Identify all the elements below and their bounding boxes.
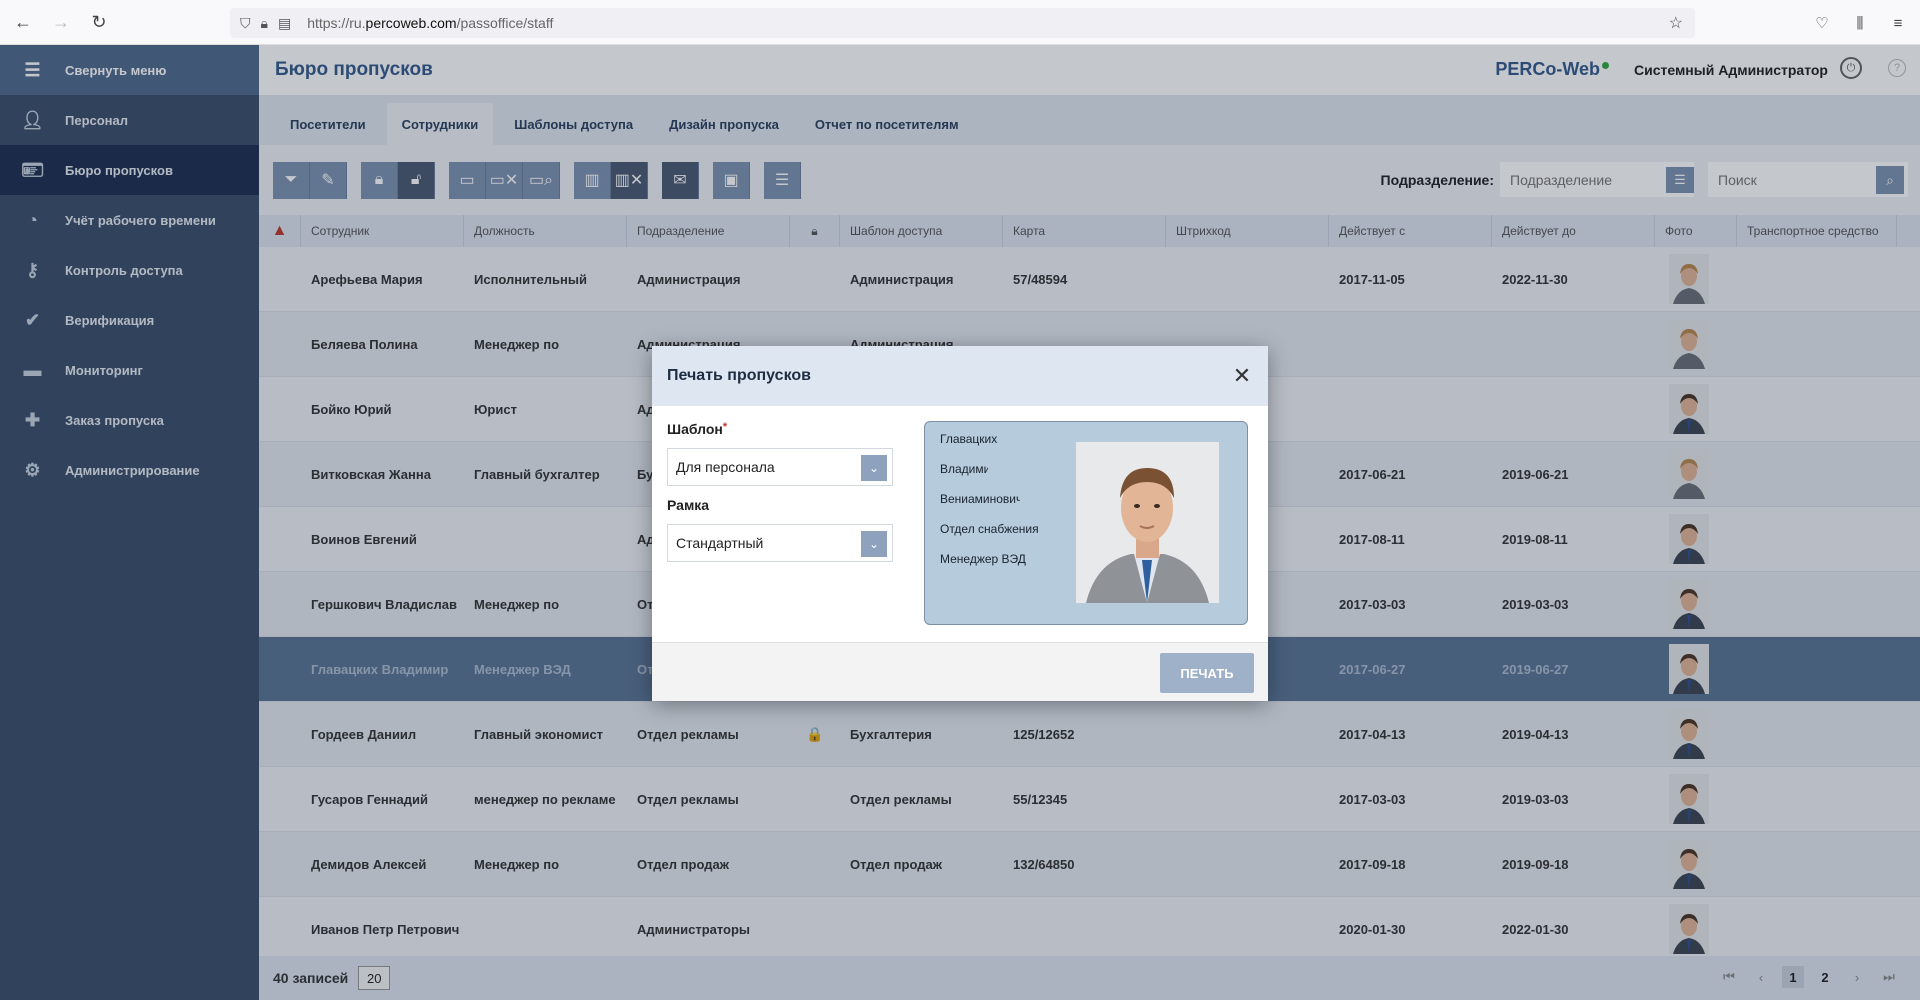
dialog-header: Печать пропусков ✕ xyxy=(652,346,1268,406)
employee-photo xyxy=(1076,442,1219,603)
card-position: Менеджер ВЭД xyxy=(940,552,1026,566)
url-bar[interactable]: ⛉ 🔒︎ ▤ https://ru.percoweb.com/passoffic… xyxy=(230,8,1695,38)
card-first-name: Владими xyxy=(940,462,988,476)
chevron-down-icon[interactable]: ⌄ xyxy=(861,455,887,481)
dialog-title: Печать пропусков xyxy=(667,367,811,384)
dialog-footer: ПЕЧАТЬ xyxy=(652,642,1268,701)
template-label: Шаблон* xyxy=(667,421,728,437)
browser-toolbar: ← → ↻ ⛉ 🔒︎ ▤ https://ru.percoweb.com/pas… xyxy=(0,0,1920,45)
close-icon[interactable]: ✕ xyxy=(1230,363,1254,388)
dialog-body: Шаблон* Для персонала ⌄ Рамка Стандартны… xyxy=(652,406,1268,642)
page-info-icon: ▤ xyxy=(277,14,292,31)
shield-icon: ⛉ xyxy=(240,14,251,31)
card-last-name: Главацких xyxy=(940,432,998,446)
print-button[interactable]: ПЕЧАТЬ xyxy=(1160,653,1254,693)
forward-icon[interactable]: → xyxy=(46,7,76,37)
frame-label: Рамка xyxy=(667,497,710,513)
url-text: https://ru.percoweb.com/passoffice/staff xyxy=(307,15,554,31)
template-select[interactable]: Для персонала ⌄ xyxy=(667,448,893,486)
chevron-down-icon[interactable]: ⌄ xyxy=(861,531,887,557)
frame-select[interactable]: Стандартный ⌄ xyxy=(667,524,893,562)
pass-preview: Главацких Владими Вениаминович Отдел сна… xyxy=(924,421,1248,625)
menu-icon[interactable]: ≡ xyxy=(1886,8,1910,38)
print-passes-dialog: Печать пропусков ✕ Шаблон* Для персонала… xyxy=(652,346,1268,701)
card-department: Отдел снабжения xyxy=(940,522,1039,536)
library-icon[interactable]: ⫼ xyxy=(1848,8,1872,38)
bookmark-star-icon[interactable]: ☆ xyxy=(1669,13,1683,33)
card-patronymic: Вениаминович xyxy=(940,492,1020,506)
pocket-icon[interactable]: ♡ xyxy=(1810,8,1834,38)
back-icon[interactable]: ← xyxy=(8,7,38,37)
reload-icon[interactable]: ↻ xyxy=(84,7,114,37)
lock-icon: 🔒︎ xyxy=(260,14,268,31)
